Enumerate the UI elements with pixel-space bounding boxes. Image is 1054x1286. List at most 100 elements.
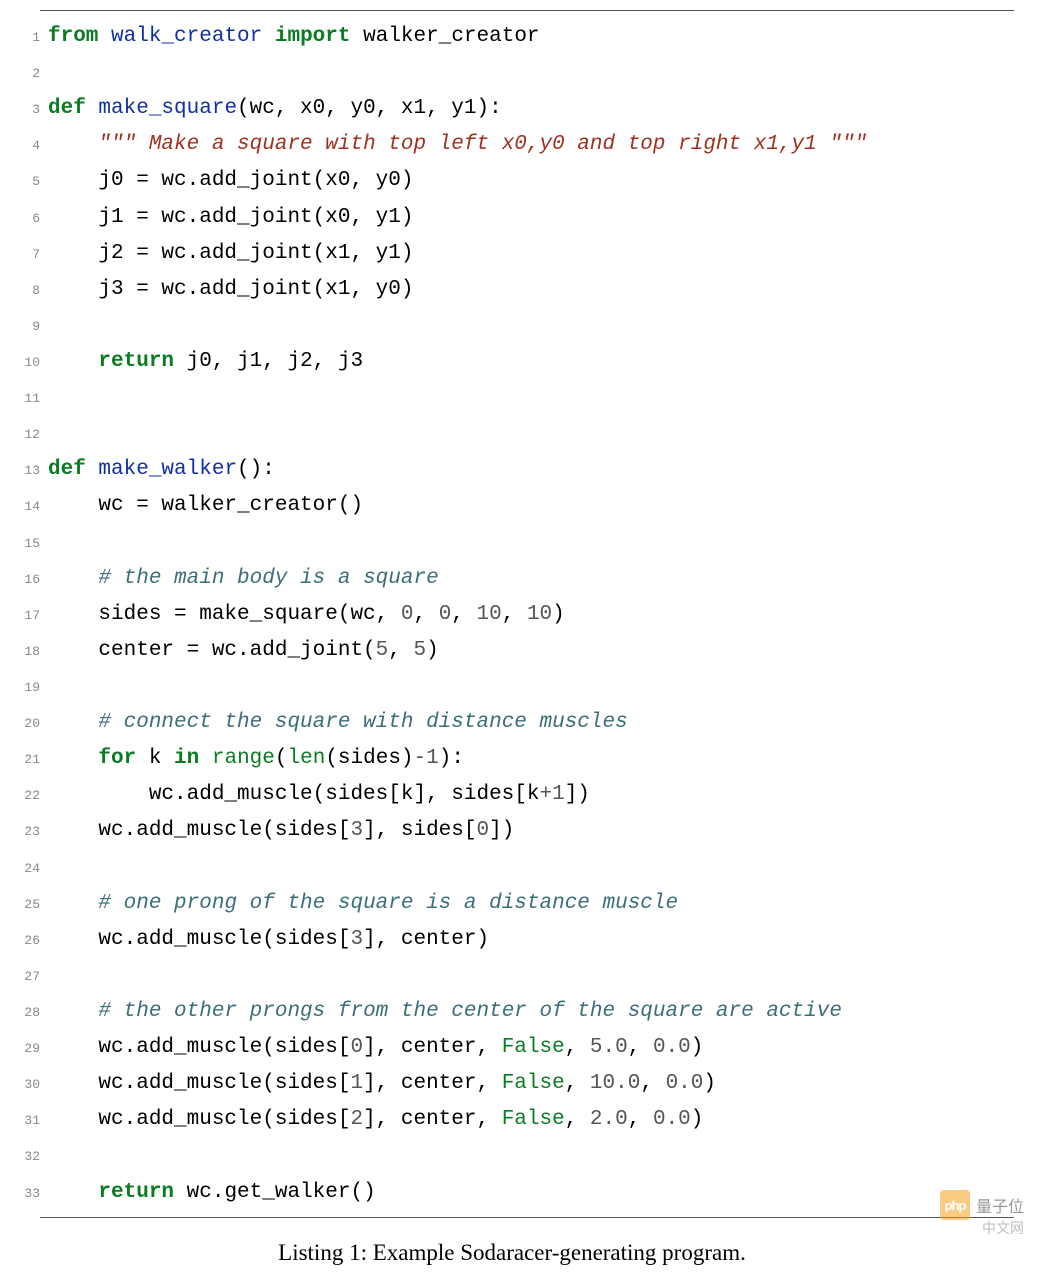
- line-number: 21: [0, 749, 48, 771]
- code-line: 11: [0, 380, 1024, 416]
- code-line: 1from walk_creator import walker_creator: [0, 19, 1024, 55]
- token-txt: ,: [628, 1036, 653, 1059]
- code-content: def make_square(wc, x0, y0, x1, y1):: [48, 91, 1024, 127]
- token-txt: (wc, x0, y0, x1, y1):: [237, 97, 502, 120]
- token-txt: [48, 892, 98, 915]
- token-kw: import: [275, 25, 351, 48]
- code-line: 22 wc.add_muscle(sides[k], sides[k+1]): [0, 777, 1024, 813]
- bottom-rule: [40, 1217, 1014, 1218]
- line-number: 5: [0, 171, 48, 193]
- code-line: 33 return wc.get_walker(): [0, 1175, 1024, 1211]
- token-txt: [48, 711, 98, 734]
- token-txt: j1 = wc.add_joint(x0, y1): [48, 206, 413, 229]
- token-num: 0.0: [666, 1072, 704, 1095]
- token-txt: ,: [502, 603, 527, 626]
- code-line: 20 # connect the square with distance mu…: [0, 705, 1024, 741]
- token-num: 0: [350, 1036, 363, 1059]
- token-txt: ]): [565, 783, 590, 806]
- php-logo-text: php: [945, 1198, 966, 1213]
- token-txt: [48, 133, 98, 156]
- code-content: j3 = wc.add_joint(x1, y0): [48, 272, 1024, 308]
- token-txt: [262, 25, 275, 48]
- token-num: +1: [539, 783, 564, 806]
- token-txt: [98, 25, 111, 48]
- token-cmt: # one prong of the square is a distance …: [98, 892, 678, 915]
- line-number: 23: [0, 821, 48, 843]
- code-line: 6 j1 = wc.add_joint(x0, y1): [0, 200, 1024, 236]
- code-line: 14 wc = walker_creator(): [0, 488, 1024, 524]
- watermark: php 量子位: [940, 1190, 1024, 1220]
- code-content: for k in range(len(sides)-1):: [48, 741, 1024, 777]
- token-txt: ,: [565, 1072, 590, 1095]
- line-number: 6: [0, 208, 48, 230]
- token-num: -1: [414, 747, 439, 770]
- line-number: 30: [0, 1074, 48, 1096]
- line-number: 7: [0, 244, 48, 266]
- token-str: """ Make a square with top left x0,y0 an…: [98, 133, 867, 156]
- line-number: 13: [0, 460, 48, 482]
- token-num: 5: [413, 639, 426, 662]
- token-txt: center = wc.add_joint(: [48, 639, 376, 662]
- token-num: 3: [350, 928, 363, 951]
- line-number: 8: [0, 280, 48, 302]
- line-number: 1: [0, 27, 48, 49]
- code-line: 2: [0, 55, 1024, 91]
- code-content: [48, 1138, 1024, 1174]
- token-txt: wc.add_muscle(sides[: [48, 819, 350, 842]
- line-number: 28: [0, 1002, 48, 1024]
- token-txt: ,: [451, 603, 476, 626]
- token-txt: ,: [388, 639, 413, 662]
- token-txt: [48, 1181, 98, 1204]
- token-txt: sides = make_square(wc,: [48, 603, 401, 626]
- code-line: 24: [0, 850, 1024, 886]
- token-txt: ,: [640, 1072, 665, 1095]
- code-line: 5 j0 = wc.add_joint(x0, y0): [0, 163, 1024, 199]
- token-builtin: len: [288, 747, 326, 770]
- line-number: 16: [0, 569, 48, 591]
- line-number: 10: [0, 352, 48, 374]
- token-txt: ,: [565, 1108, 590, 1131]
- code-line: 26 wc.add_muscle(sides[3], center): [0, 922, 1024, 958]
- code-line: 8 j3 = wc.add_joint(x1, y0): [0, 272, 1024, 308]
- token-txt: [86, 458, 99, 481]
- token-num: 0: [439, 603, 452, 626]
- line-number: 22: [0, 785, 48, 807]
- token-txt: (: [275, 747, 288, 770]
- token-txt: wc.add_muscle(sides[: [48, 1036, 350, 1059]
- listing-caption: Listing 1: Example Sodaracer-generating …: [0, 1240, 1024, 1266]
- line-number: 12: [0, 424, 48, 446]
- line-number: 3: [0, 99, 48, 121]
- line-number: 20: [0, 713, 48, 735]
- token-txt: wc.add_muscle(sides[: [48, 1072, 350, 1095]
- code-line: 32: [0, 1138, 1024, 1174]
- token-txt: ], center,: [363, 1036, 502, 1059]
- token-txt: ], center): [363, 928, 489, 951]
- line-number: 33: [0, 1183, 48, 1205]
- token-builtin: range: [212, 747, 275, 770]
- token-txt: [48, 567, 98, 590]
- code-line: 7 j2 = wc.add_joint(x1, y1): [0, 236, 1024, 272]
- token-num: 3: [350, 819, 363, 842]
- token-txt: wc.get_walker(): [174, 1181, 376, 1204]
- token-txt: ,: [413, 603, 438, 626]
- token-txt: ): [703, 1072, 716, 1095]
- code-content: [48, 55, 1024, 91]
- token-num: 5: [376, 639, 389, 662]
- code-content: [48, 669, 1024, 705]
- code-content: # the other prongs from the center of th…: [48, 994, 1024, 1030]
- code-line: 31 wc.add_muscle(sides[2], center, False…: [0, 1102, 1024, 1138]
- line-number: 18: [0, 641, 48, 663]
- token-txt: j2 = wc.add_joint(x1, y1): [48, 242, 413, 265]
- code-content: return j0, j1, j2, j3: [48, 344, 1024, 380]
- token-num: 0: [401, 603, 414, 626]
- token-txt: [48, 350, 98, 373]
- code-content: [48, 416, 1024, 452]
- code-line: 4 """ Make a square with top left x0,y0 …: [0, 127, 1024, 163]
- token-txt: ], center,: [363, 1072, 502, 1095]
- token-builtin: False: [502, 1108, 565, 1131]
- code-line: 25 # one prong of the square is a distan…: [0, 886, 1024, 922]
- token-num: 10: [527, 603, 552, 626]
- token-txt: wc = walker_creator(): [48, 494, 363, 517]
- code-line: 28 # the other prongs from the center of…: [0, 994, 1024, 1030]
- token-txt: [48, 747, 98, 770]
